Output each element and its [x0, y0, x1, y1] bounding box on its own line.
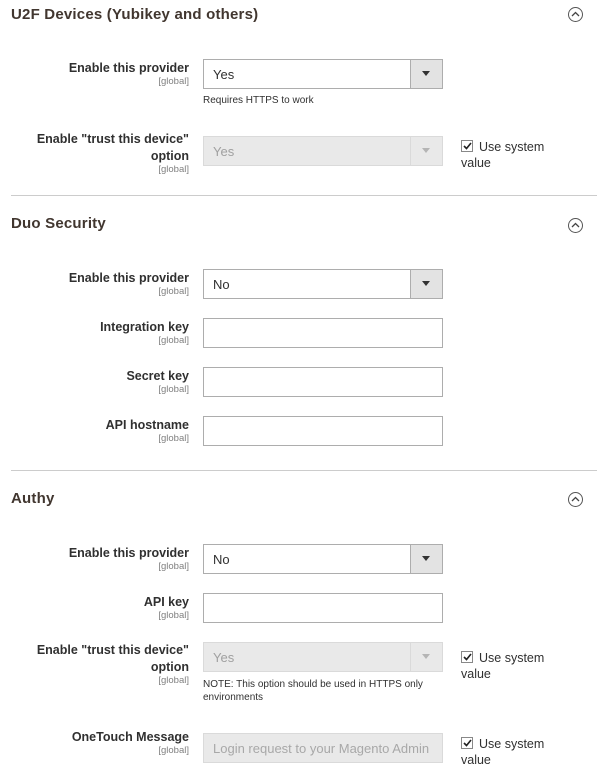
duo-enable-provider-select[interactable]: No: [203, 269, 443, 299]
duo-integration-key-input[interactable]: [203, 318, 443, 348]
duo-api-hostname-scope: [global]: [158, 433, 189, 444]
duo-integration-key-label: Integration key: [100, 320, 189, 334]
authy-onetouch-use-system-label: Use system value: [461, 737, 545, 767]
section-divider: [11, 195, 597, 196]
triangle-down-icon: [422, 556, 430, 561]
collapse-duo-icon[interactable]: [568, 218, 583, 233]
authy-trust-use-system-label: Use system value: [461, 651, 545, 681]
authy-trust-device-scope: [global]: [158, 675, 189, 686]
authy-enable-provider-dropdown[interactable]: [410, 545, 442, 573]
duo-secret-key-scope: [global]: [158, 384, 189, 395]
duo-secret-key-label: Secret key: [126, 369, 189, 383]
authy-api-key-scope: [global]: [158, 610, 189, 621]
authy-enable-provider-label: Enable this provider: [68, 546, 189, 560]
u2f-use-system-label: Use system value: [461, 140, 545, 170]
authy-trust-device-label: Enable "trust this device" option: [9, 642, 189, 676]
u2f-enable-provider-dropdown[interactable]: [410, 60, 442, 88]
authy-onetouch-label: OneTouch Message: [71, 730, 189, 744]
duo-enable-provider-dropdown[interactable]: [410, 270, 442, 298]
duo-api-hostname-input[interactable]: [203, 416, 443, 446]
triangle-down-icon: [422, 71, 430, 76]
triangle-down-icon: [422, 281, 430, 286]
u2f-enable-provider-value: Yes: [213, 67, 235, 82]
u2f-https-note: Requires HTTPS to work: [203, 95, 314, 106]
checkmark-icon: [463, 653, 472, 661]
authy-enable-provider-value: No: [213, 552, 230, 567]
u2f-trust-device-use-system[interactable]: Use system value: [461, 139, 571, 171]
u2f-enable-provider-select[interactable]: Yes: [203, 59, 443, 89]
authy-trust-device-select: Yes: [203, 642, 443, 672]
duo-enable-provider-label: Enable this provider: [68, 271, 189, 285]
duo-enable-provider-value: No: [213, 277, 230, 292]
checkmark-icon: [463, 142, 472, 150]
authy-onetouch-use-system-checkbox[interactable]: [461, 737, 473, 749]
authy-api-key-input[interactable]: [203, 593, 443, 623]
authy-onetouch-use-system[interactable]: Use system value: [461, 736, 571, 768]
u2f-trust-device-label-line1: Enable "trust this device": [36, 132, 189, 146]
authy-https-note: NOTE: This option should be used in HTTP…: [203, 679, 423, 703]
section-title-authy[interactable]: Authy: [11, 490, 55, 507]
duo-integration-key-scope: [global]: [158, 335, 189, 346]
u2f-trust-device-value: Yes: [213, 144, 235, 159]
u2f-trust-device-label: Enable "trust this device" option: [9, 131, 189, 165]
u2f-trust-device-select: Yes: [203, 136, 443, 166]
authy-trust-device-value: Yes: [213, 650, 235, 665]
authy-api-key-label: API key: [143, 595, 189, 609]
u2f-trust-device-scope: [global]: [158, 164, 189, 175]
authy-trust-device-use-system[interactable]: Use system value: [461, 650, 571, 682]
u2f-trust-device-label-line2: option: [150, 149, 189, 163]
authy-trust-device-dropdown: [410, 643, 442, 671]
collapse-u2f-icon[interactable]: [568, 7, 583, 22]
duo-api-hostname-label: API hostname: [105, 418, 189, 432]
authy-trust-device-label-line2: option: [150, 660, 189, 674]
checkmark-icon: [463, 739, 472, 747]
u2f-use-system-checkbox[interactable]: [461, 140, 473, 152]
u2f-trust-device-dropdown: [410, 137, 442, 165]
triangle-down-icon: [422, 654, 430, 659]
triangle-down-icon: [422, 148, 430, 153]
authy-trust-device-label-line1: Enable "trust this device": [36, 643, 189, 657]
authy-enable-provider-scope: [global]: [158, 561, 189, 572]
collapse-authy-icon[interactable]: [568, 492, 583, 507]
u2f-enable-provider-label: Enable this provider: [68, 61, 189, 75]
authy-trust-use-system-checkbox[interactable]: [461, 651, 473, 663]
authy-onetouch-input: [203, 733, 443, 763]
section-divider: [11, 470, 597, 471]
section-title-u2f[interactable]: U2F Devices (Yubikey and others): [11, 6, 258, 23]
u2f-enable-provider-scope: [global]: [158, 76, 189, 87]
authy-onetouch-scope: [global]: [158, 745, 189, 756]
duo-secret-key-input[interactable]: [203, 367, 443, 397]
authy-enable-provider-select[interactable]: No: [203, 544, 443, 574]
section-title-duo[interactable]: Duo Security: [11, 215, 106, 232]
duo-enable-provider-scope: [global]: [158, 286, 189, 297]
